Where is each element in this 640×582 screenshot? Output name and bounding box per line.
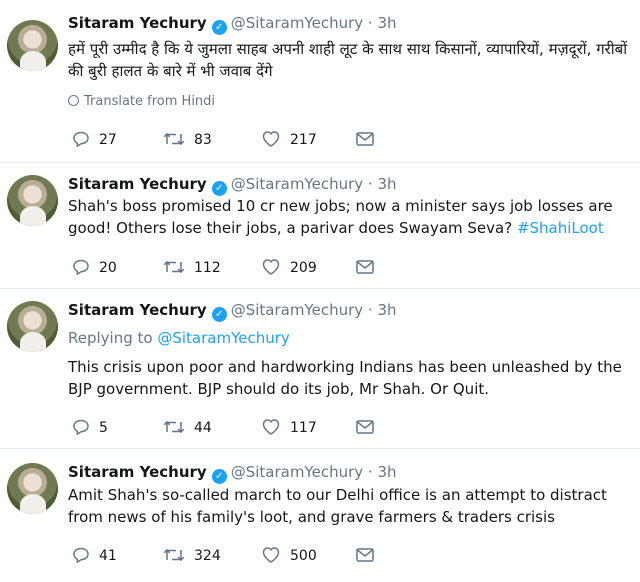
tweet-3[interactable]: Sitaram Yechury ✓ @SitaramYechury · 3h Rep…: [0, 289, 640, 449]
like-button[interactable]: 500: [261, 545, 317, 567]
tweet-time[interactable]: 3h: [377, 175, 396, 193]
tweet-header: Sitaram Yechury ✓ @SitaramYechury · 3h: [68, 461, 397, 484]
tweet-header: Sitaram Yechury ✓ @SitaramYechury · 3h: [68, 173, 397, 196]
separator: ·: [367, 301, 373, 319]
heart-icon: [262, 259, 280, 275]
retweet-icon: [163, 132, 185, 146]
reply-button[interactable]: 20: [72, 257, 117, 279]
reply-icon: [73, 419, 89, 435]
reply-button[interactable]: 41: [72, 545, 117, 567]
retweet-button[interactable]: 324: [163, 545, 221, 567]
globe-icon: [68, 95, 79, 106]
replying-to-handle[interactable]: @SitaramYechury: [157, 329, 289, 347]
translate-link[interactable]: Translate from Hindi: [68, 93, 215, 111]
author-name[interactable]: Sitaram Yechury: [68, 14, 207, 32]
retweet-button[interactable]: 44: [163, 417, 212, 439]
tweet-time[interactable]: 3h: [377, 463, 396, 481]
tweet-text: हमें पूरी उम्मीद है कि ये जुमला साहब अपन…: [68, 40, 628, 80]
hashtag-link[interactable]: #ShahiLoot: [517, 219, 604, 237]
retweet-icon: [163, 548, 185, 562]
avatar[interactable]: [7, 463, 58, 514]
tweet-time[interactable]: 3h: [377, 14, 396, 32]
retweet-count: 83: [194, 132, 212, 148]
retweet-count: 44: [194, 420, 212, 436]
like-button[interactable]: 117: [261, 417, 317, 439]
author-name[interactable]: Sitaram Yechury: [68, 463, 207, 481]
dm-button[interactable]: [355, 417, 384, 439]
like-count: 500: [290, 548, 317, 564]
reply-count: 5: [99, 420, 108, 436]
tweet-2[interactable]: Sitaram Yechury ✓ @SitaramYechury · 3h Sha…: [0, 163, 640, 289]
tweet-4[interactable]: Sitaram Yechury ✓ @SitaramYechury · 3h Ami…: [0, 449, 640, 582]
like-button[interactable]: 209: [261, 257, 317, 279]
replying-to-label: Replying to: [68, 329, 158, 347]
verified-badge-icon: ✓: [211, 20, 227, 35]
author-handle[interactable]: @SitaramYechury: [231, 463, 363, 481]
envelope-icon: [356, 260, 374, 274]
reply-icon: [73, 259, 89, 275]
tweet-header: Sitaram Yechury ✓ @SitaramYechury · 3h: [68, 12, 397, 35]
reply-count: 27: [99, 132, 117, 148]
retweet-count: 324: [194, 548, 221, 564]
tweet-header: Sitaram Yechury ✓ @SitaramYechury · 3h: [68, 299, 397, 322]
author-handle[interactable]: @SitaramYechury: [231, 301, 363, 319]
translate-label: Translate from Hindi: [84, 94, 216, 109]
separator: ·: [367, 175, 373, 193]
avatar[interactable]: [7, 175, 58, 226]
verified-badge-icon: ✓: [211, 181, 227, 196]
dm-button[interactable]: [355, 129, 384, 151]
reply-count: 20: [99, 260, 117, 276]
heart-icon: [262, 547, 280, 563]
envelope-icon: [356, 420, 374, 434]
separator: ·: [367, 463, 373, 481]
avatar[interactable]: [7, 301, 58, 352]
reply-icon: [73, 131, 89, 147]
heart-icon: [262, 419, 280, 435]
envelope-icon: [356, 132, 374, 146]
reply-count: 41: [99, 548, 117, 564]
tweet-text: Amit Shah's so-called march to our Delhi…: [68, 486, 607, 526]
like-button[interactable]: 217: [261, 129, 317, 151]
dm-button[interactable]: [355, 257, 384, 279]
reply-icon: [73, 547, 89, 563]
tweet-text: Shah's boss promised 10 cr new jobs; now…: [68, 195, 634, 239]
envelope-icon: [356, 548, 374, 562]
dm-button[interactable]: [355, 545, 384, 567]
retweet-button[interactable]: 83: [163, 129, 212, 151]
author-handle[interactable]: @SitaramYechury: [231, 14, 363, 32]
tweet-timeline: Sitaram Yechury ✓ @SitaramYechury · 3h हमे…: [0, 0, 640, 582]
author-handle[interactable]: @SitaramYechury: [231, 175, 363, 193]
retweet-icon: [163, 420, 185, 434]
reply-button[interactable]: 5: [72, 417, 108, 439]
author-name[interactable]: Sitaram Yechury: [68, 301, 207, 319]
verified-badge-icon: ✓: [211, 469, 227, 484]
verified-badge-icon: ✓: [211, 307, 227, 322]
avatar[interactable]: [7, 20, 58, 71]
like-count: 117: [290, 420, 317, 436]
like-count: 209: [290, 260, 317, 276]
separator: ·: [367, 14, 373, 32]
reply-button[interactable]: 27: [72, 129, 117, 151]
replying-to: Replying to @SitaramYechury: [68, 327, 290, 349]
tweet-text: This crisis upon poor and hardworking In…: [68, 358, 622, 398]
retweet-icon: [163, 260, 185, 274]
like-count: 217: [290, 132, 317, 148]
author-name[interactable]: Sitaram Yechury: [68, 175, 207, 193]
tweet-time[interactable]: 3h: [377, 301, 396, 319]
retweet-button[interactable]: 112: [163, 257, 221, 279]
tweet-1[interactable]: Sitaram Yechury ✓ @SitaramYechury · 3h हमे…: [0, 0, 640, 163]
heart-icon: [262, 131, 280, 147]
retweet-count: 112: [194, 260, 221, 276]
